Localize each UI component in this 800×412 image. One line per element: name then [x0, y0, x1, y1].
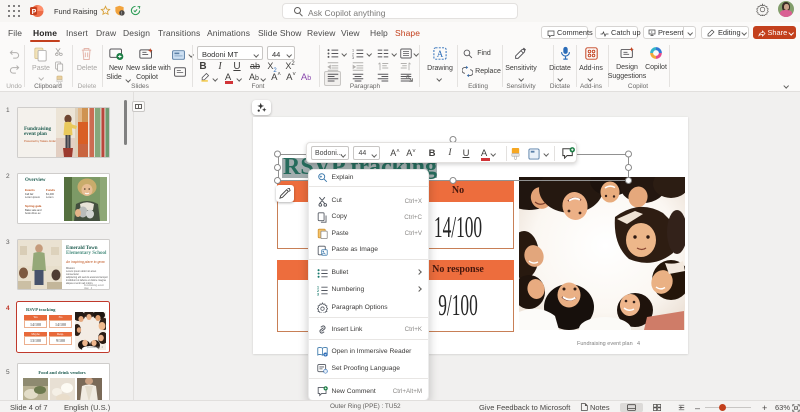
svg-text:3: 3 — [352, 56, 354, 59]
svg-text:!: ! — [121, 11, 122, 16]
svg-text:A: A — [437, 49, 444, 59]
svg-text:3: 3 — [317, 292, 319, 295]
svg-text:P: P — [32, 9, 37, 16]
